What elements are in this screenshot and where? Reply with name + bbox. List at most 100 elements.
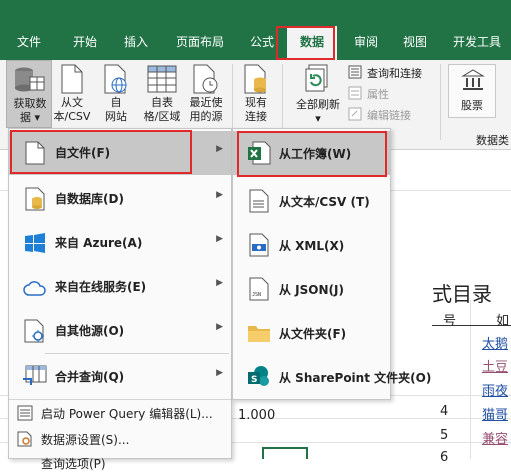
submenu-item-from-text-csv[interactable]: 从文本/CSV (T) (233, 179, 390, 223)
from-text-csv-button[interactable]: 从文 本/CSV (52, 60, 92, 128)
submenu-arrow-icon: ▶ (216, 322, 223, 332)
title-bar (0, 0, 511, 26)
database-table-icon (15, 67, 45, 92)
menu-item-from-online-services[interactable]: 来自在线服务(E) ▶ (9, 265, 231, 309)
submenu-arrow-icon: ▶ (216, 190, 223, 200)
recent-sources-label: 最近使 (189, 96, 223, 109)
submenu-arrow-icon: ▶ (216, 278, 223, 288)
from-text-label: 从文 (61, 96, 83, 109)
submenu-item-from-sharepoint-folder[interactable]: S 从 SharePoint 文件夹(O) (233, 355, 431, 399)
menu-divider (9, 399, 231, 400)
recent-sources-label-2: 用的源 (189, 110, 223, 123)
existing-label: 现有 (245, 96, 267, 109)
data-types-group-label: 数据类 (476, 134, 509, 147)
refresh-icon (305, 64, 328, 92)
power-query-editor-icon (17, 405, 33, 421)
link-cell[interactable]: 兼容 (482, 428, 508, 447)
ribbon-tabs: 文件 开始 插入 页面布局 公式 数据 审阅 视图 开发工具 (0, 26, 511, 60)
link-cell[interactable]: 雨夜 (482, 380, 508, 399)
queries-list-icon (348, 65, 362, 79)
data-source-settings-icon (17, 431, 32, 447)
json-file-icon: JSN (249, 277, 269, 301)
edit-links-button[interactable]: 编辑链接 (348, 106, 434, 122)
edit-links-icon (348, 107, 362, 121)
link-cell[interactable]: 土豆 (482, 356, 508, 375)
menu-item-from-azure[interactable]: 来自 Azure(A) ▶ (9, 221, 231, 265)
windows-logo-icon (25, 233, 45, 253)
properties-label: 属性 (367, 88, 389, 101)
value-cell[interactable]: 1.000 (238, 408, 275, 423)
queries-connections-button[interactable]: 查询和连接 (348, 64, 434, 80)
link-cell[interactable]: 太鹅 (482, 333, 508, 352)
get-data-label: 获取数 (13, 97, 47, 110)
recent-document-clock-icon (193, 64, 218, 94)
link-cell[interactable]: 猫哥 (482, 404, 508, 423)
other-sources-icon (24, 319, 44, 343)
row-number: 4 (440, 404, 449, 419)
existing-label-2: 连接 (245, 110, 267, 123)
bank-building-icon (461, 69, 485, 90)
combine-queries-icon (23, 365, 47, 385)
menu-item-from-other-sources[interactable]: 自其他源(O) ▶ (9, 309, 231, 353)
from-web-label: 自 (110, 96, 122, 109)
from-text-label-2: 本/CSV (53, 110, 91, 123)
menu-item-combine-queries[interactable]: 合并查询(Q) ▶ (9, 355, 231, 399)
tab-formulas[interactable]: 公式 (240, 26, 284, 60)
menu-divider (45, 353, 229, 354)
from-web-button[interactable]: 自 网站 (96, 60, 136, 128)
header-b: 如 (496, 314, 510, 329)
header-number: 号 (443, 314, 457, 329)
tab-view[interactable]: 视图 (392, 26, 438, 60)
tab-home[interactable]: 开始 (62, 26, 108, 60)
properties-icon (348, 86, 362, 100)
gridline (470, 300, 471, 459)
submenu-arrow-icon: ▶ (216, 368, 223, 378)
svg-text:S: S (251, 375, 257, 385)
menu-item-data-source-settings[interactable]: 数据源设置(S)... (9, 427, 231, 451)
ribbon-separator (440, 64, 441, 140)
get-data-menu: 自文件(F) ▶ 自数据库(D) ▶ 来自 Azure(A) ▶ 来自在线服务(E) ▶… (8, 128, 232, 471)
refresh-all-arrow: ▾ (315, 112, 321, 125)
submenu-arrow-icon: ▶ (216, 234, 223, 244)
refresh-all-button[interactable]: 全部刷新 ▾ (288, 60, 348, 128)
submenu-item-from-xml[interactable]: 从 XML(X) (233, 223, 390, 267)
from-table-label-2: 格/区域 (143, 110, 181, 123)
web-page-globe-icon (104, 64, 127, 94)
tab-file[interactable]: 文件 (6, 26, 52, 60)
edit-links-label: 编辑链接 (367, 109, 411, 122)
queries-connections-label: 查询和连接 (367, 67, 422, 80)
tab-data[interactable]: 数据 (287, 26, 337, 60)
menu-item-from-database[interactable]: 自数据库(D) ▶ (9, 177, 231, 221)
svg-text:JSN: JSN (252, 292, 261, 298)
database-icon (25, 187, 45, 211)
get-data-button[interactable]: 获取数 据 ▾ (6, 60, 52, 128)
submenu-item-from-workbook[interactable]: 从工作簿(W) (233, 131, 390, 175)
menu-item-from-file[interactable]: 自文件(F) ▶ (9, 131, 231, 175)
excel-workbook-icon (248, 141, 271, 165)
submenu-item-from-json[interactable]: JSN 从 JSON(J) (233, 267, 390, 311)
sharepoint-icon: S (248, 366, 269, 386)
tab-developer[interactable]: 开发工具 (444, 26, 510, 60)
submenu-item-from-folder[interactable]: 从文件夹(F) (233, 311, 390, 355)
submenu-arrow-icon: ▶ (216, 144, 223, 154)
from-table-label: 自表 (151, 96, 173, 109)
tab-page-layout[interactable]: 页面布局 (168, 26, 232, 60)
table-grid-icon (147, 65, 177, 93)
get-data-label-2: 据 ▾ (19, 111, 41, 124)
properties-button[interactable]: 属性 (348, 85, 434, 101)
active-cell-border (262, 447, 308, 459)
menu-item-query-options[interactable]: 查询选项(P) (9, 451, 231, 475)
stocks-label: 股票 (461, 99, 483, 112)
text-file-icon (249, 189, 269, 213)
existing-connections-button[interactable]: 现有 连接 (236, 60, 276, 128)
tab-insert[interactable]: 插入 (113, 26, 159, 60)
document-icon (61, 64, 83, 94)
xml-file-icon (249, 233, 269, 257)
refresh-all-label: 全部刷新 (296, 98, 340, 111)
tab-review[interactable]: 审阅 (343, 26, 389, 60)
recent-sources-button[interactable]: 最近使 用的源 (184, 60, 228, 128)
stocks-button[interactable]: 股票 (448, 64, 496, 118)
from-table-button[interactable]: 自表 格/区域 (140, 60, 184, 128)
menu-item-launch-power-query[interactable]: 启动 Power Query 编辑器(L)... (9, 401, 231, 425)
sheet-title: 式目录 (432, 282, 492, 306)
